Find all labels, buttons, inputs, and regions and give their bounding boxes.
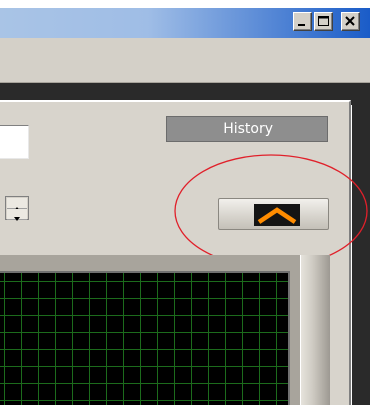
menu-strip xyxy=(0,38,370,83)
graph-display xyxy=(0,271,290,405)
restore-icon xyxy=(318,16,329,26)
value-spinner[interactable] xyxy=(5,196,29,221)
minimize-icon xyxy=(298,24,305,26)
window-edge xyxy=(352,83,370,405)
spinner-up[interactable] xyxy=(7,198,27,211)
maximize-button[interactable] xyxy=(314,12,333,31)
graph-scrollbar[interactable] xyxy=(300,255,330,405)
spinner-down[interactable] xyxy=(7,209,27,221)
expand-button[interactable] xyxy=(218,198,329,230)
minimize-button[interactable] xyxy=(293,12,312,31)
spin-down-icon xyxy=(14,217,20,221)
chevron-up-icon xyxy=(254,204,300,226)
close-icon xyxy=(345,16,355,26)
history-button[interactable]: History xyxy=(166,116,328,142)
value-input[interactable] xyxy=(0,125,29,159)
close-button[interactable] xyxy=(341,12,360,31)
app-window: History xyxy=(0,0,370,405)
